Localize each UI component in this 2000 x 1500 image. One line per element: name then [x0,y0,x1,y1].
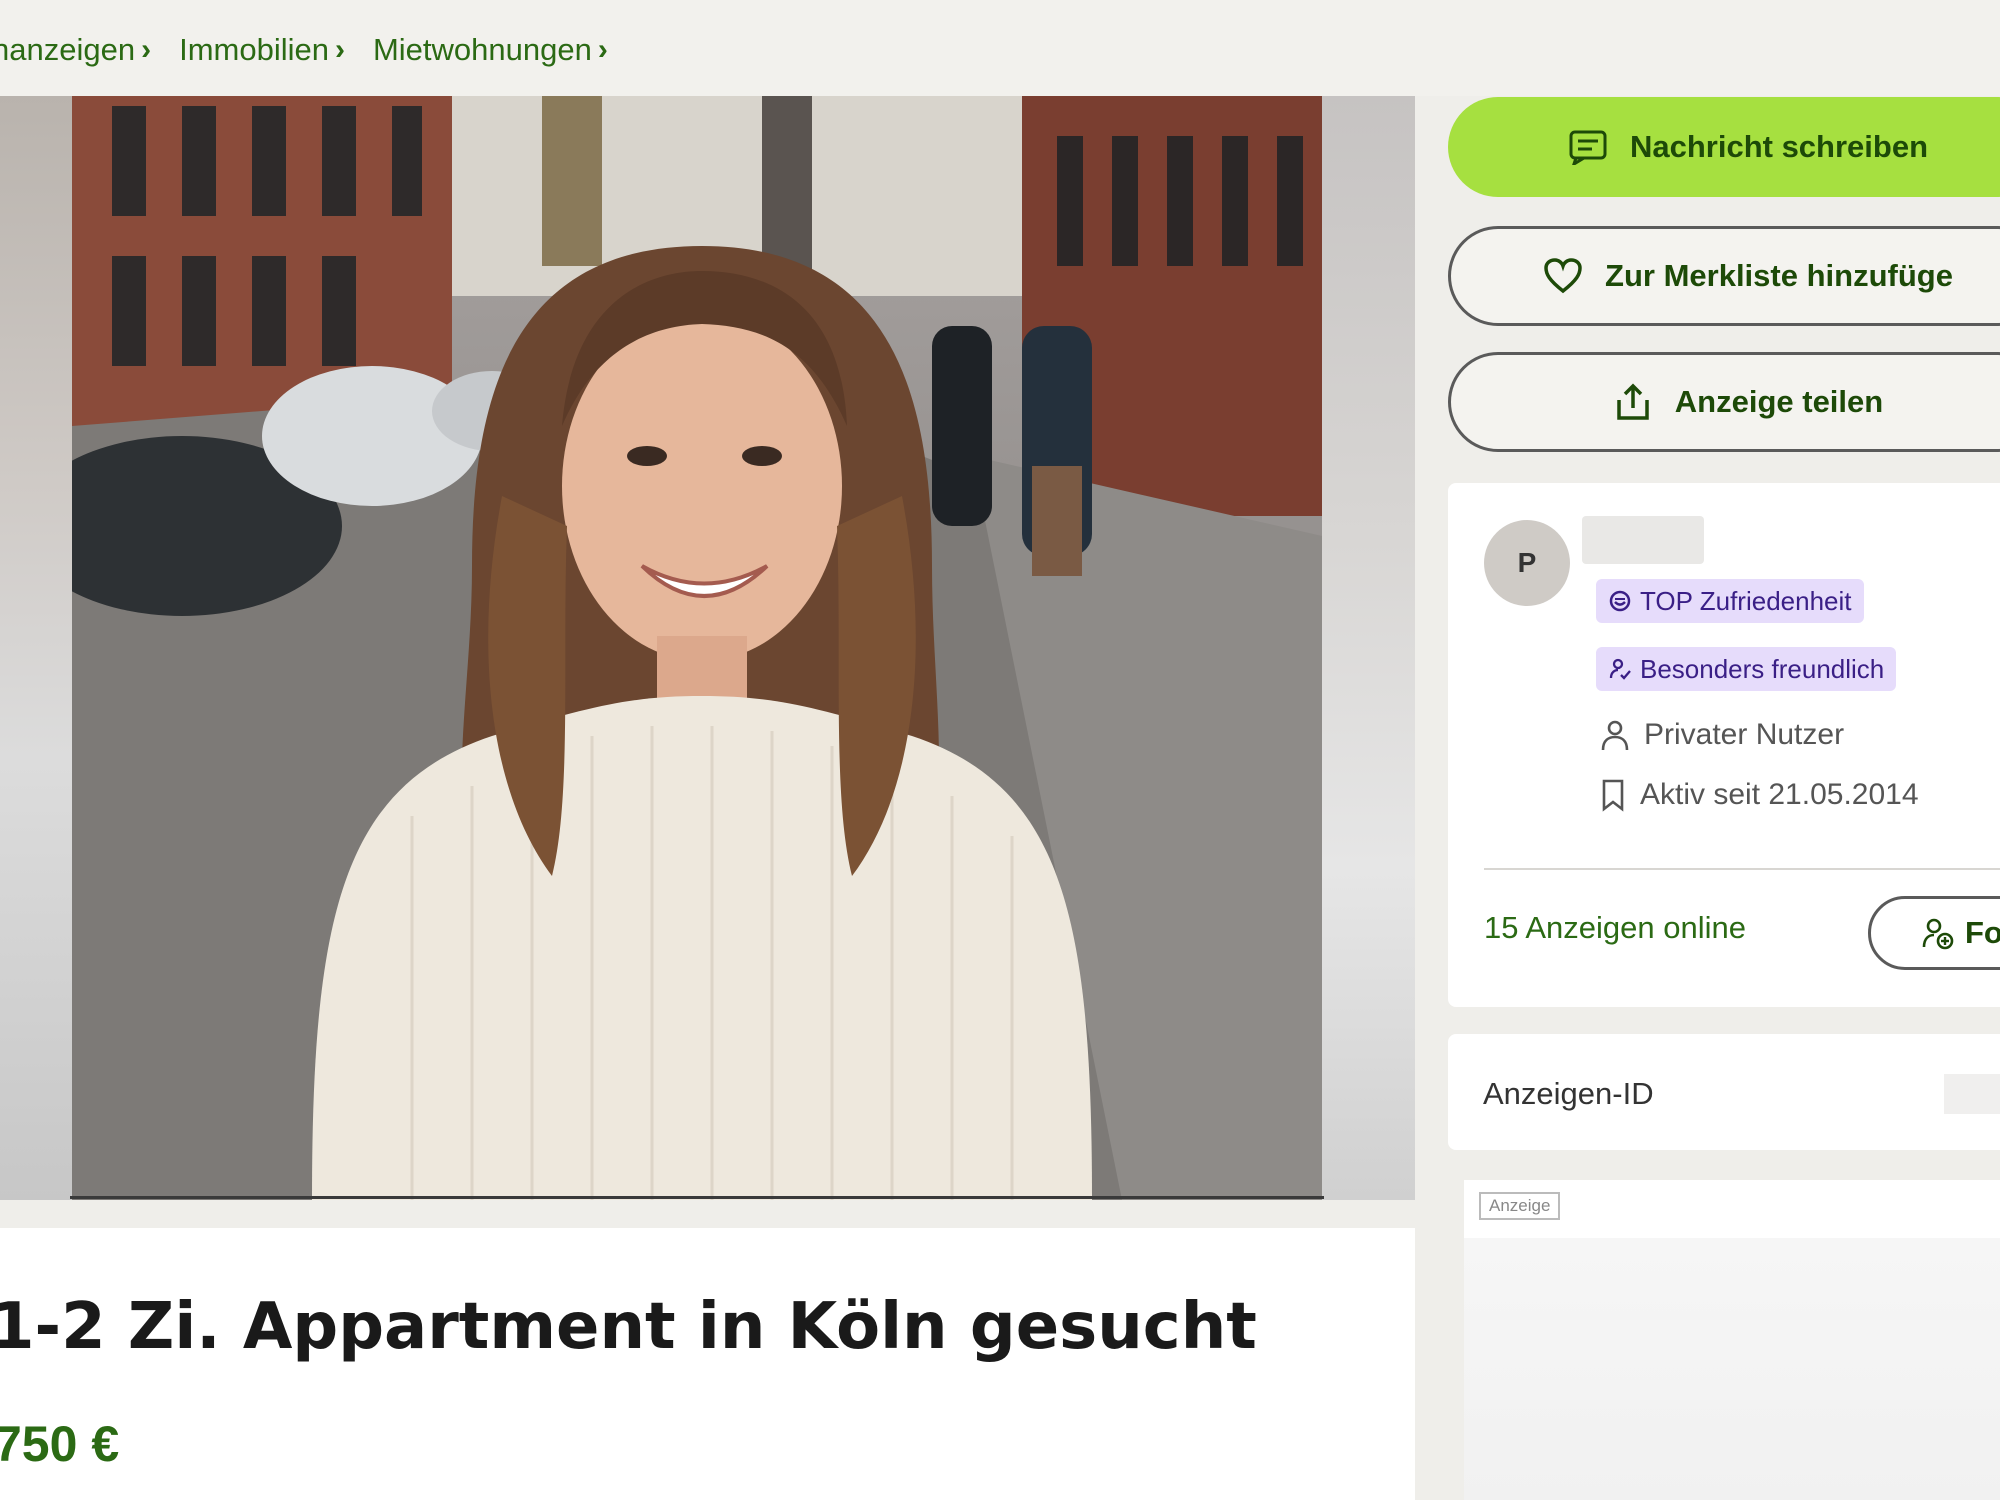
image-gallery[interactable] [0,96,1415,1200]
listing-photo-graphic [72,96,1322,1200]
follow-seller-button[interactable]: Fo [1868,896,2000,970]
breadcrumb-item-category[interactable]: nanzeigen › [0,32,151,68]
listing-details [0,1228,1415,1500]
active-since-label: Aktiv seit 21.05.2014 [1640,778,1919,811]
ad-id-value-redacted [1944,1074,2000,1114]
chevron-right-icon: › [141,33,152,66]
breadcrumb-label: Mietwohnungen [372,32,592,67]
chevron-right-icon: › [334,33,345,66]
listing-photo[interactable] [72,96,1322,1200]
message-icon [1568,129,1608,165]
seller-ads-online-link[interactable]: 15 Anzeigen online [1484,910,1746,946]
friendly-user-icon [1608,657,1632,681]
seller-card-divider [1484,868,2000,870]
previous-image-preview[interactable] [0,96,72,1200]
listing-title: 1-2 Zi. Appartment in Köln gesucht [0,1290,1257,1364]
share-ad-label: Anzeige teilen [1674,384,1884,419]
seller-active-since: Aktiv seit 21.05.2014 [1598,778,1919,812]
send-message-label: Nachricht schreiben [1629,129,1929,164]
breadcrumb-item-mietwohnungen[interactable]: Mietwohnungen › [373,32,608,68]
add-to-watchlist-label: Zur Merkliste hinzufüge [1605,258,1953,293]
add-to-watchlist-button[interactable]: Zur Merkliste hinzufüge [1448,226,2000,326]
share-ad-button[interactable]: Anzeige teilen [1448,352,2000,452]
breadcrumb-label: nanzeigen [0,32,136,67]
seller-type: Privater Nutzer [1598,718,1844,752]
bookmark-icon [1598,778,1628,812]
heart-icon [1543,258,1583,294]
ad-id-label: Anzeigen-ID [1483,1076,1654,1111]
follow-label: Fo [1965,915,2000,950]
send-message-button[interactable]: Nachricht schreiben [1448,97,2000,197]
badge-top-satisfaction: TOP Zufriedenheit [1596,579,1864,623]
seller-type-label: Privater Nutzer [1644,718,1845,751]
listing-price: 750 € [0,1416,120,1472]
avatar[interactable]: P [1484,520,1570,606]
badge-friendly: Besonders freundlich [1596,647,1897,691]
smiley-icon [1608,589,1632,613]
chevron-right-icon: › [597,33,608,66]
next-image-preview[interactable] [1322,96,1415,1200]
gallery-divider [70,1196,1324,1199]
breadcrumb: nanzeigen › Immobilien › Mietwohnungen › [0,32,636,68]
breadcrumb-item-immobilien[interactable]: Immobilien › [179,32,345,68]
badge-label: TOP Zufriedenheit [1640,585,1852,616]
user-icon [1598,718,1632,752]
breadcrumb-label: Immobilien [179,32,329,67]
badge-label: Besonders freundlich [1640,653,1885,684]
follow-user-icon [1921,916,1955,950]
advertisement-label: Anzeige [1479,1192,1561,1220]
seller-name-redacted[interactable] [1582,516,1704,564]
share-icon [1613,382,1653,422]
